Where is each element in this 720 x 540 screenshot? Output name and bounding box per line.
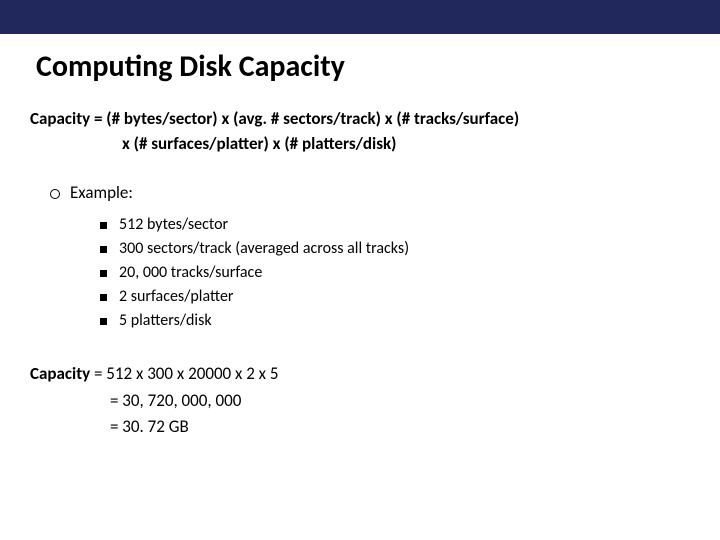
circle-bullet-icon	[50, 189, 60, 199]
slide-content: Computing Disk Capacity Capacity = (# by…	[0, 48, 720, 440]
capacity-label: Capacity	[30, 363, 90, 384]
list-item: 512 bytes/sector	[100, 213, 690, 237]
example-item-text: 20, 000 tracks/surface	[119, 263, 262, 282]
calculation-block: Capacity = 512 x 300 x 20000 x 2 x 5 = 3…	[30, 361, 690, 440]
example-item-text: 512 bytes/sector	[119, 215, 228, 234]
calc-expr-1: = 512 x 300 x 20000 x 2 x 5	[90, 363, 278, 384]
example-item-text: 5 platters/disk	[119, 311, 212, 330]
calc-line-1: Capacity = 512 x 300 x 20000 x 2 x 5	[30, 361, 690, 387]
calc-line-2: = 30, 720, 000, 000	[30, 388, 690, 414]
formula-line-2: x (# surfaces/platter) x (# platters/dis…	[30, 132, 690, 157]
square-bullet-icon	[100, 270, 107, 277]
example-item-text: 300 sectors/track (averaged across all t…	[119, 239, 409, 258]
formula-line-1: Capacity = (# bytes/sector) x (avg. # se…	[30, 107, 690, 132]
header-bar	[0, 0, 720, 34]
square-bullet-icon	[100, 294, 107, 301]
capacity-formula: Capacity = (# bytes/sector) x (avg. # se…	[30, 107, 690, 156]
square-bullet-icon	[100, 222, 107, 229]
example-label: Example:	[70, 182, 133, 203]
square-bullet-icon	[100, 246, 107, 253]
example-list: 512 bytes/sector 300 sectors/track (aver…	[100, 213, 690, 333]
page-title: Computing Disk Capacity	[36, 48, 690, 85]
list-item: 300 sectors/track (averaged across all t…	[100, 237, 690, 261]
example-heading: Example:	[50, 182, 690, 203]
square-bullet-icon	[100, 318, 107, 325]
list-item: 20, 000 tracks/surface	[100, 261, 690, 285]
example-item-text: 2 surfaces/platter	[119, 287, 233, 306]
list-item: 5 platters/disk	[100, 309, 690, 333]
calc-line-3: = 30. 72 GB	[30, 414, 690, 440]
list-item: 2 surfaces/platter	[100, 285, 690, 309]
